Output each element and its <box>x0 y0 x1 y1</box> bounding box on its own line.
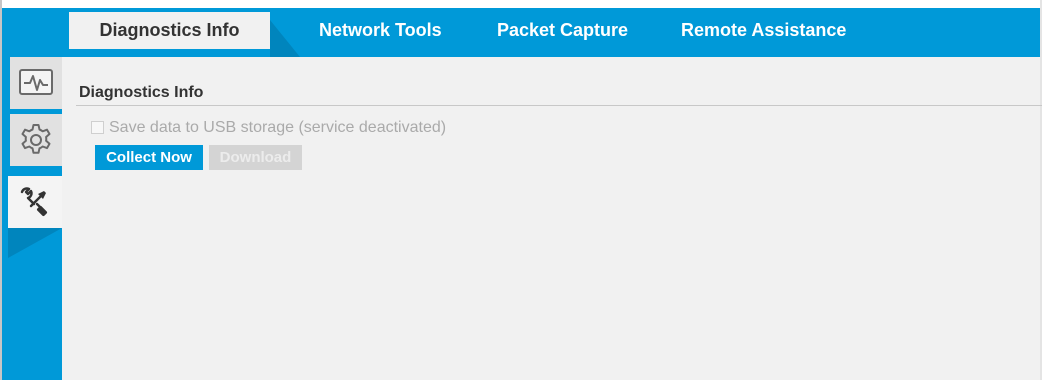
sidebar-item-tools[interactable] <box>8 176 62 228</box>
app-window: Diagnostics Info Network Tools Packet Ca… <box>0 0 1042 380</box>
tools-icon <box>20 187 48 217</box>
sidebar-item-settings[interactable] <box>10 114 62 166</box>
tab-shadow <box>270 20 300 57</box>
left-border <box>0 0 2 380</box>
section-divider <box>76 105 1042 106</box>
sidebar-shadow <box>8 228 62 258</box>
download-button[interactable]: Download <box>209 145 302 170</box>
usb-storage-label: Save data to USB storage (service deacti… <box>109 119 447 136</box>
section-title: Diagnostics Info <box>79 84 204 101</box>
collect-now-button[interactable]: Collect Now <box>95 145 203 170</box>
usb-storage-checkbox[interactable] <box>91 121 104 134</box>
window-top-strip <box>0 0 1042 8</box>
sidebar-item-monitor[interactable] <box>10 57 62 109</box>
tab-remote-assistance[interactable]: Remote Assistance <box>681 12 846 49</box>
tab-diagnostics-info[interactable]: Diagnostics Info <box>69 12 270 49</box>
activity-monitor-icon <box>19 69 53 95</box>
tab-network-tools[interactable]: Network Tools <box>319 12 442 49</box>
tab-packet-capture[interactable]: Packet Capture <box>497 12 628 49</box>
gear-icon <box>21 124 51 154</box>
